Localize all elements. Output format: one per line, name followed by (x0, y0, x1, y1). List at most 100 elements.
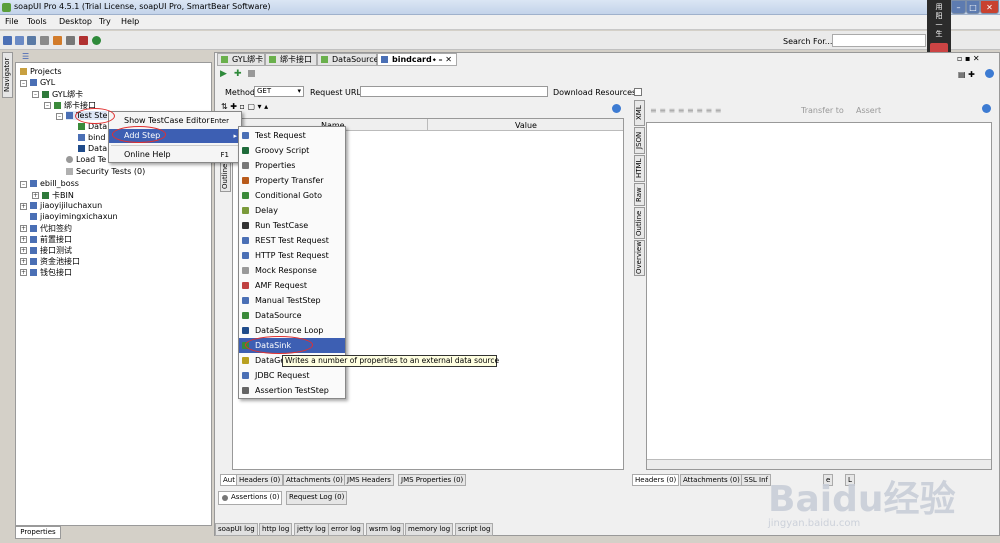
forum-icon[interactable] (40, 36, 49, 45)
save-all-icon[interactable] (27, 36, 36, 45)
tree-gyl[interactable]: GYL (30, 78, 55, 87)
tab-jetty-log[interactable]: jetty log (294, 523, 329, 536)
menu-desktop[interactable]: Desktop (59, 17, 92, 26)
expand-icon[interactable]: + (20, 236, 27, 243)
horizontal-scrollbar[interactable] (647, 459, 991, 469)
add-step-item[interactable]: Properties (239, 158, 345, 173)
response-toolbar-icons[interactable]: ≡ ≡ ≡ ≡ ≡ ≡ ≡ ≡ (650, 106, 721, 115)
request-outline-tab[interactable]: Outline (220, 160, 231, 192)
tab-datasource[interactable]: DataSource (317, 53, 379, 66)
panel-window-icons[interactable]: ▫ ▪ ✕ (957, 54, 980, 63)
add-step-item[interactable]: HTTP Test Request (239, 248, 345, 263)
tree-load-tests[interactable]: Load Te (66, 155, 106, 164)
request-toolbar-icons[interactable]: ⇅ ✚ ▫ ▢ ▾ ▴ (221, 102, 268, 111)
tree-step-bind[interactable]: bind (78, 133, 105, 142)
minimize-button[interactable]: – (951, 0, 966, 14)
tree-step-data2[interactable]: Data (78, 144, 107, 153)
tab-controls-icon[interactable]: ⬩ – ✕ (433, 54, 452, 65)
tab-assertions[interactable]: Assertions (0) (218, 491, 283, 505)
tree-jiaoyi1[interactable]: jiaoyijiluchaxun (30, 201, 102, 210)
tab-overview[interactable]: Overview (634, 240, 645, 276)
tab-raw[interactable]: Raw (634, 183, 645, 206)
properties-tab[interactable]: Properties (15, 526, 61, 539)
tab-error-log[interactable]: error log (328, 523, 364, 536)
request-url-input[interactable] (360, 86, 548, 97)
response-editor[interactable] (646, 122, 992, 470)
menu-file[interactable]: File (5, 17, 18, 26)
tab-script-log[interactable]: script log (455, 523, 494, 536)
tab-gyl-card[interactable]: GYL绑卡 (217, 53, 265, 66)
tab-jms-properties[interactable]: JMS Properties (0) (398, 474, 467, 486)
collapse-icon[interactable]: – (20, 181, 27, 188)
tree-jiaoyi2[interactable]: jiaoyimingxichaxun (30, 212, 118, 221)
stop-icon[interactable] (248, 70, 255, 77)
menu-online-help[interactable]: Online Help F1 (109, 148, 241, 162)
add-step-item[interactable]: Mock Response (239, 263, 345, 278)
tree-qianbao[interactable]: 钱包接口 (30, 267, 72, 278)
close-button[interactable]: ✕ (980, 0, 999, 14)
add-step-item[interactable]: Test Request (239, 128, 345, 143)
tree-zijin[interactable]: 资金池接口 (30, 256, 80, 267)
expand-icon[interactable]: + (20, 269, 27, 276)
help-icon[interactable] (92, 36, 101, 45)
tab-memory-log[interactable]: memory log (405, 523, 454, 536)
tree-jiekou[interactable]: 接口测试 (30, 245, 72, 256)
menu-try[interactable]: Try (99, 17, 111, 26)
add-step-item[interactable]: AMF Request (239, 278, 345, 293)
proxy-icon[interactable] (79, 36, 88, 45)
tab-bind-iface[interactable]: 绑卡接口 (265, 53, 317, 66)
add-step-item[interactable]: Delay (239, 203, 345, 218)
add-step-item[interactable]: JDBC Request (239, 368, 345, 383)
tab-ssl-info[interactable]: SSL Inf (741, 474, 771, 486)
response-help-icon[interactable] (982, 104, 991, 113)
tree-security-tests[interactable]: Security Tests (0) (66, 167, 145, 176)
collapse-icon[interactable]: – (56, 113, 63, 120)
add-step-item[interactable]: DataSource (239, 308, 345, 323)
toolbar-right-icons[interactable]: ▤ ✚ (958, 70, 975, 79)
tab-json[interactable]: JSON (634, 127, 645, 154)
tab-soapui-log[interactable]: soapUI log (215, 523, 258, 536)
add-step-item[interactable]: Conditional Goto (239, 188, 345, 203)
tree-gyl-card[interactable]: GYL绑卡 (42, 89, 83, 100)
tab-outline[interactable]: Outline (634, 207, 645, 239)
tab-http-log[interactable]: http log (259, 523, 293, 536)
menu-help[interactable]: Help (121, 17, 139, 26)
run-icon[interactable]: ▶ (220, 69, 227, 79)
navigator-tab[interactable]: Navigator (2, 52, 13, 98)
collapse-icon[interactable]: – (32, 91, 39, 98)
method-select[interactable]: GET ▾ (254, 86, 304, 97)
tree-card-bin[interactable]: 卡BIN (42, 190, 74, 201)
tab-response-headers[interactable]: Headers (0) (632, 474, 680, 486)
collapse-icon[interactable]: – (20, 80, 27, 87)
request-help-icon[interactable] (612, 104, 621, 113)
tab-request-log[interactable]: Request Log (0) (286, 491, 348, 505)
tab-jms-headers[interactable]: JMS Headers (344, 474, 394, 486)
tab-response-attachments[interactable]: Attachments (0) (680, 474, 743, 486)
add-step-item[interactable]: Assertion TestStep (239, 383, 345, 398)
trial-icon[interactable] (53, 36, 62, 45)
tab-bindcard[interactable]: bindcard ⬩ – ✕ (377, 53, 457, 66)
expand-icon[interactable]: + (20, 203, 27, 210)
add-step-item[interactable]: Manual TestStep (239, 293, 345, 308)
expand-icon[interactable]: + (20, 258, 27, 265)
add-icon[interactable]: ✚ (234, 69, 242, 79)
menu-tools[interactable]: Tools (27, 17, 47, 26)
import-project-icon[interactable] (15, 36, 24, 45)
expand-icon[interactable]: + (20, 247, 27, 254)
tree-qianzhi[interactable]: 前置接口 (30, 234, 72, 245)
add-step-item[interactable]: REST Test Request (239, 233, 345, 248)
collapse-icon[interactable]: – (44, 102, 51, 109)
add-step-item[interactable]: Property Transfer (239, 173, 345, 188)
preferences-icon[interactable] (66, 36, 75, 45)
search-input[interactable] (832, 34, 926, 47)
tab-attachments[interactable]: Attachments (0) (283, 474, 346, 486)
maximize-button[interactable]: □ (966, 0, 980, 14)
transfer-to-button[interactable]: Transfer to (801, 106, 844, 115)
new-project-icon[interactable] (3, 36, 12, 45)
tab-wsrm-log[interactable]: wsrm log (366, 523, 404, 536)
tree-ebill[interactable]: ebill_boss (30, 179, 79, 188)
tab-xml[interactable]: XML (634, 100, 645, 126)
assert-button[interactable]: Assert (856, 106, 881, 115)
tab-headers[interactable]: Headers (0) (236, 474, 284, 486)
download-resources-checkbox[interactable] (634, 88, 642, 96)
